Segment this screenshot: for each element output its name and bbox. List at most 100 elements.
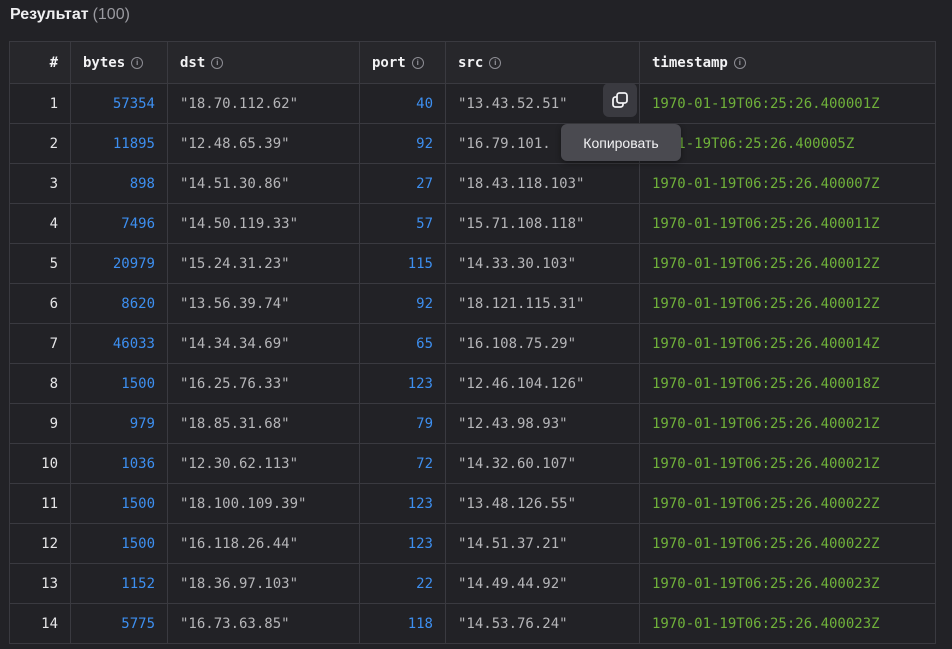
info-circle-icon[interactable]: i — [489, 56, 502, 69]
info-circle-icon[interactable]: i — [211, 56, 224, 69]
timestamp-cell[interactable]: 0-01-19T06:25:26.400005Z — [639, 123, 936, 164]
table-row[interactable]: 7 46033 "14.34.34.69" 65 "16.108.75.29" 1970-… — [9, 323, 936, 364]
column-header-index[interactable]: # — [9, 41, 71, 84]
port-cell[interactable]: 123 — [359, 363, 446, 404]
port-cell[interactable]: 40 — [359, 83, 446, 124]
dst-cell[interactable]: "18.36.97.103" — [167, 563, 360, 604]
port-cell[interactable]: 115 — [359, 243, 446, 284]
info-circle-icon[interactable]: i — [733, 56, 746, 69]
bytes-cell[interactable]: 1500 — [70, 483, 168, 524]
dst-cell[interactable]: "16.25.76.33" — [167, 363, 360, 404]
bytes-cell[interactable]: 1500 — [70, 363, 168, 404]
table-row[interactable]: 9 979 "18.85.31.68" 79 "12.43.98.93" 1970-01-… — [9, 403, 936, 444]
timestamp-cell[interactable]: 1970-01-19T06:25:26.400021Z — [639, 443, 936, 484]
port-cell[interactable]: 72 — [359, 443, 446, 484]
bytes-cell[interactable]: 1036 — [70, 443, 168, 484]
table-row[interactable]: 1 57354 "18.70.112.62" 40 "13.43.52.51" 1970-… — [9, 83, 936, 124]
column-header-timestamp[interactable]: timestamp i — [639, 41, 936, 84]
src-cell[interactable]: "14.49.44.92" — [445, 563, 640, 604]
bytes-cell[interactable]: 1152 — [70, 563, 168, 604]
dst-cell[interactable]: "18.100.109.39" — [167, 483, 360, 524]
dst-cell[interactable]: "14.50.119.33" — [167, 203, 360, 244]
table-row[interactable]: 12 1500 "16.118.26.44" 123 "14.51.37.21" 1970… — [9, 523, 936, 564]
row-index-cell: 7 — [9, 323, 71, 364]
row-index-cell: 8 — [9, 363, 71, 404]
src-cell[interactable]: "12.46.104.126" — [445, 363, 640, 404]
port-cell[interactable]: 92 — [359, 283, 446, 324]
column-header-port[interactable]: port i — [359, 41, 446, 84]
bytes-cell[interactable]: 57354 — [70, 83, 168, 124]
info-circle-icon[interactable]: i — [411, 56, 424, 69]
src-cell[interactable]: "14.53.76.24" — [445, 603, 640, 644]
src-cell[interactable]: "16.108.75.29" — [445, 323, 640, 364]
bytes-cell[interactable]: 8620 — [70, 283, 168, 324]
port-cell[interactable]: 79 — [359, 403, 446, 444]
dst-cell[interactable]: "12.30.62.113" — [167, 443, 360, 484]
dst-cell[interactable]: "18.85.31.68" — [167, 403, 360, 444]
column-header-label: dst — [180, 54, 206, 71]
dst-cell[interactable]: "16.73.63.85" — [167, 603, 360, 644]
table-row[interactable]: 5 20979 "15.24.31.23" 115 "14.33.30.103" 1970… — [9, 243, 936, 284]
table-row[interactable]: 14 5775 "16.73.63.85" 118 "14.53.76.24" 1970-… — [9, 603, 936, 644]
dst-cell[interactable]: "15.24.31.23" — [167, 243, 360, 284]
dst-cell[interactable]: "14.34.34.69" — [167, 323, 360, 364]
src-cell[interactable]: "15.71.108.118" — [445, 203, 640, 244]
timestamp-cell[interactable]: 1970-01-19T06:25:26.400012Z — [639, 243, 936, 284]
dst-cell[interactable]: "16.118.26.44" — [167, 523, 360, 564]
src-cell[interactable]: "14.32.60.107" — [445, 443, 640, 484]
column-header-dst[interactable]: dst i — [167, 41, 360, 84]
timestamp-cell[interactable]: 1970-01-19T06:25:26.400012Z — [639, 283, 936, 324]
table-row[interactable]: 10 1036 "12.30.62.113" 72 "14.32.60.107" 1970… — [9, 443, 936, 484]
column-header-bytes[interactable]: bytes i — [70, 41, 168, 84]
timestamp-cell[interactable]: 1970-01-19T06:25:26.400023Z — [639, 563, 936, 604]
timestamp-cell[interactable]: 1970-01-19T06:25:26.400014Z — [639, 323, 936, 364]
copy-button[interactable] — [603, 83, 637, 117]
bytes-cell[interactable]: 20979 — [70, 243, 168, 284]
src-cell[interactable]: "14.33.30.103" — [445, 243, 640, 284]
table-row[interactable]: 4 7496 "14.50.119.33" 57 "15.71.108.118" 1970… — [9, 203, 936, 244]
dst-cell[interactable]: "14.51.30.86" — [167, 163, 360, 204]
dst-cell[interactable]: "18.70.112.62" — [167, 83, 360, 124]
src-cell[interactable]: "14.51.37.21" — [445, 523, 640, 564]
src-cell[interactable]: "12.43.98.93" — [445, 403, 640, 444]
bytes-cell[interactable]: 11895 — [70, 123, 168, 164]
table-row[interactable]: 8 1500 "16.25.76.33" 123 "12.46.104.126" 1970… — [9, 363, 936, 404]
table-row[interactable]: 3 898 "14.51.30.86" 27 "18.43.118.103" 1970-0… — [9, 163, 936, 204]
table-row[interactable]: 13 1152 "18.36.97.103" 22 "14.49.44.92" 1970-… — [9, 563, 936, 604]
info-circle-icon[interactable]: i — [131, 56, 144, 69]
bytes-cell[interactable]: 5775 — [70, 603, 168, 644]
row-index-cell: 14 — [9, 603, 71, 644]
timestamp-cell[interactable]: 1970-01-19T06:25:26.400022Z — [639, 483, 936, 524]
table-row[interactable]: 2 11895 "12.48.65.39" 92 "16.79.101. 0-01-19T… — [9, 123, 936, 164]
timestamp-cell[interactable]: 1970-01-19T06:25:26.400011Z — [639, 203, 936, 244]
dst-cell[interactable]: "13.56.39.74" — [167, 283, 360, 324]
timestamp-cell[interactable]: 1970-01-19T06:25:26.400007Z — [639, 163, 936, 204]
src-cell[interactable]: "13.48.126.55" — [445, 483, 640, 524]
port-cell[interactable]: 92 — [359, 123, 446, 164]
port-cell[interactable]: 118 — [359, 603, 446, 644]
timestamp-cell[interactable]: 1970-01-19T06:25:26.400001Z — [639, 83, 936, 124]
src-cell[interactable]: "18.43.118.103" — [445, 163, 640, 204]
port-cell[interactable]: 65 — [359, 323, 446, 364]
port-cell[interactable]: 123 — [359, 483, 446, 524]
bytes-cell[interactable]: 7496 — [70, 203, 168, 244]
port-cell[interactable]: 22 — [359, 563, 446, 604]
timestamp-cell[interactable]: 1970-01-19T06:25:26.400023Z — [639, 603, 936, 644]
bytes-cell[interactable]: 898 — [70, 163, 168, 204]
column-header-label: # — [49, 54, 58, 71]
port-cell[interactable]: 57 — [359, 203, 446, 244]
table-row[interactable]: 6 8620 "13.56.39.74" 92 "18.121.115.31" 1970-… — [9, 283, 936, 324]
bytes-cell[interactable]: 979 — [70, 403, 168, 444]
port-cell[interactable]: 27 — [359, 163, 446, 204]
src-cell[interactable]: "18.121.115.31" — [445, 283, 640, 324]
row-index-cell: 5 — [9, 243, 71, 284]
column-header-src[interactable]: src i — [445, 41, 640, 84]
port-cell[interactable]: 123 — [359, 523, 446, 564]
timestamp-cell[interactable]: 1970-01-19T06:25:26.400022Z — [639, 523, 936, 564]
timestamp-cell[interactable]: 1970-01-19T06:25:26.400021Z — [639, 403, 936, 444]
table-row[interactable]: 11 1500 "18.100.109.39" 123 "13.48.126.55" 19… — [9, 483, 936, 524]
bytes-cell[interactable]: 1500 — [70, 523, 168, 564]
bytes-cell[interactable]: 46033 — [70, 323, 168, 364]
dst-cell[interactable]: "12.48.65.39" — [167, 123, 360, 164]
timestamp-cell[interactable]: 1970-01-19T06:25:26.400018Z — [639, 363, 936, 404]
